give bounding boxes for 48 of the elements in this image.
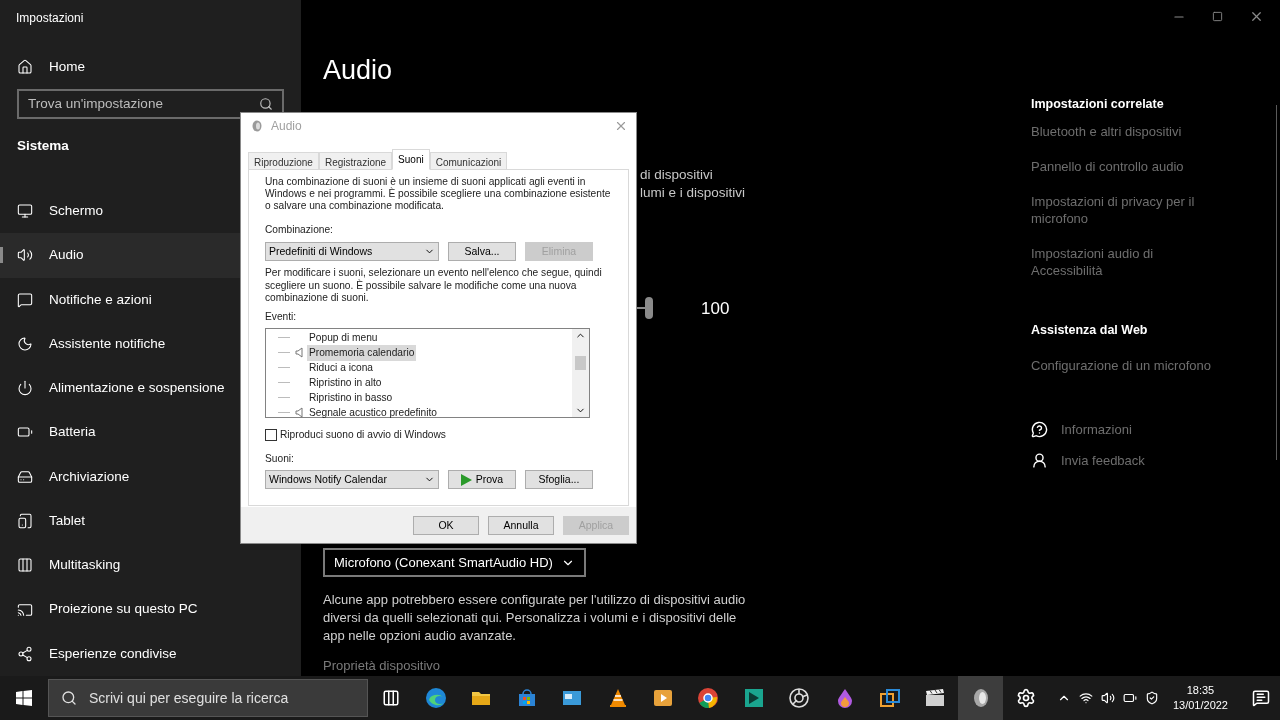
event-item[interactable]: Ripristino in alto xyxy=(307,375,384,391)
window-title: Impostazioni xyxy=(15,10,85,27)
event-item[interactable]: Promemoria calendario xyxy=(307,345,417,361)
browse-button[interactable]: Sfoglia... xyxy=(525,470,593,490)
footer-link[interactable]: Informazioni xyxy=(1061,420,1132,440)
sidebar-item[interactable]: Esperienze condivise xyxy=(0,631,301,676)
volume-value: 100 xyxy=(701,297,730,320)
footer-link[interactable]: Invia feedback xyxy=(1061,450,1145,470)
sound-dropdown[interactable]: Windows Notify Calendar xyxy=(265,470,439,490)
related-heading: Impostazioni correlate xyxy=(1031,96,1165,113)
dialog-tab[interactable]: Riproduzione xyxy=(248,152,319,170)
related-link[interactable]: Bluetooth e altri dispositivi xyxy=(1031,122,1211,140)
web-help-link[interactable]: Configurazione di un microfono xyxy=(1031,355,1241,375)
dialog-tab[interactable]: Suoni xyxy=(392,149,430,170)
input-device-dropdown[interactable]: Microfono (Conexant SmartAudio HD) xyxy=(323,548,586,577)
events-list[interactable]: Popup di menu Promemoria calendario Riduci a icona Ripristino in alto Ripristino in basso Segnale acustico predefinito xyxy=(265,328,590,419)
dialog-title: Audio xyxy=(271,118,302,135)
properties-link[interactable]: Proprietà dispositivo xyxy=(323,656,1021,676)
related-link[interactable]: Pannello di controllo audio xyxy=(1031,157,1211,175)
taskbar-search-field[interactable]: Scrivi qui per eseguire la ricerca xyxy=(48,679,368,717)
search-field[interactable]: Trova un'impostazione xyxy=(17,89,284,119)
related-link[interactable]: Impostazioni audio di Accessibilità xyxy=(1031,244,1211,279)
sounds-label: Suoni: xyxy=(265,451,295,466)
description-fragment: di dispositivi xyxy=(640,165,714,184)
dialog-button[interactable]: Annulla xyxy=(488,516,554,535)
checkbox-label: Riproduci suono di avvio di Windows xyxy=(280,428,446,443)
dialog-tab[interactable]: Registrazione xyxy=(318,152,393,170)
test-button[interactable]: Prova xyxy=(448,470,516,490)
page-title: Audio xyxy=(323,54,394,87)
home-link[interactable]: Home xyxy=(0,47,301,88)
note-text: Alcune app potrebbero essere configurate per l'utilizzo di dispositivi audio diversi da quelli selezionati qui. Personalizza i volumi e i dispositivi delle app nelle opzioni audio avanzate. xyxy=(323,591,747,645)
clock[interactable]: 18:35 13/01/2022 xyxy=(1166,683,1234,713)
description-fragment: lumi e i dispositivi xyxy=(640,183,747,202)
dialog-tab[interactable]: Comunicazioni xyxy=(429,152,508,170)
sidebar-item[interactable]: Proiezione su questo PC xyxy=(0,587,301,632)
event-item[interactable]: Popup di menu xyxy=(307,330,380,346)
sidebar-item[interactable]: Tablet xyxy=(0,498,301,544)
web-help-heading: Assistenza dal Web xyxy=(1031,321,1149,339)
event-item[interactable]: Segnale acustico predefinito xyxy=(307,405,439,421)
dialog-button[interactable]: OK xyxy=(413,516,479,535)
related-link[interactable]: Impostazioni di privacy per il microfono xyxy=(1031,192,1211,227)
scheme-button[interactable]: Salva... xyxy=(448,242,516,262)
section-heading: Sistema xyxy=(16,136,70,155)
event-item[interactable]: Riduci a icona xyxy=(307,360,375,376)
intro-text: Una combinazione di suoni è un insieme di suoni applicati agli eventi in Windows e nei programmi. È possibile scegliere una combinazione esistente o salvare una combinazione modificata. xyxy=(265,176,612,212)
sidebar-item[interactable]: Multitasking xyxy=(0,543,301,588)
event-item[interactable]: Ripristino in basso xyxy=(307,390,395,406)
scheme-dropdown[interactable]: Predefiniti di Windows xyxy=(265,242,439,262)
